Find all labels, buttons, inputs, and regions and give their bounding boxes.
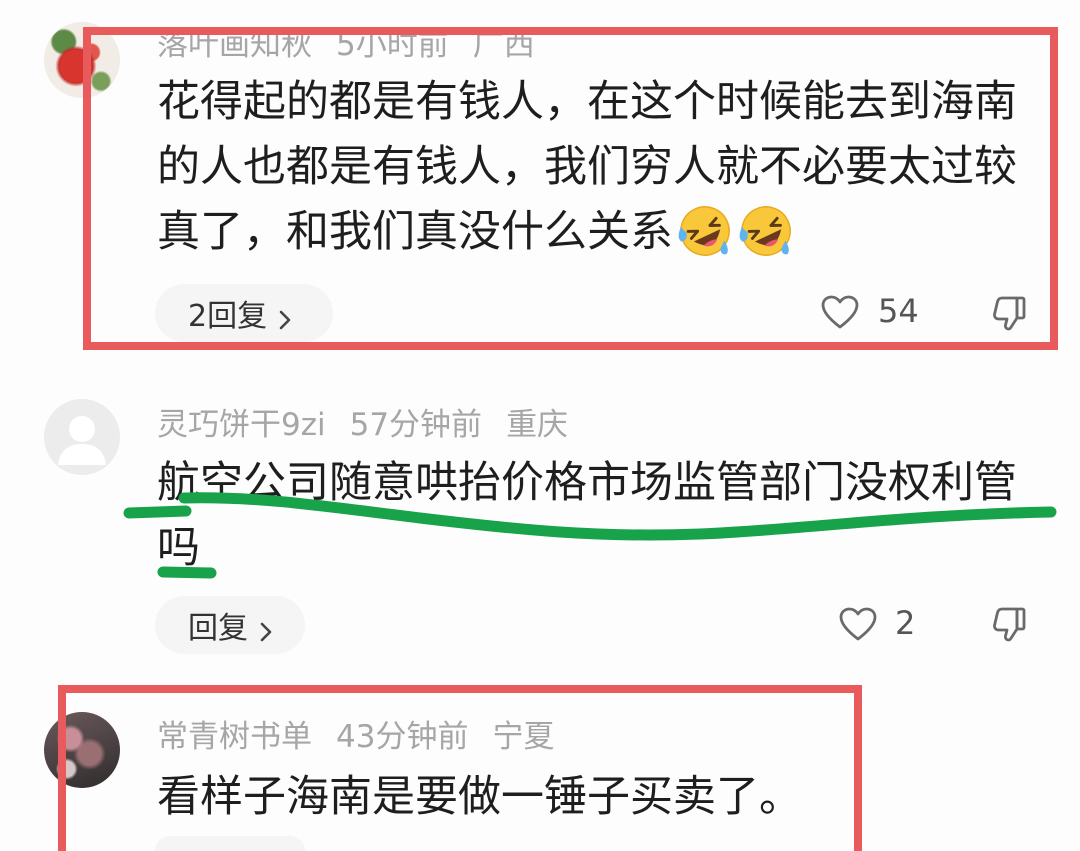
comment-location: 重庆 [506,407,569,443]
highlight-box [58,685,862,851]
thumbs-down-outline-icon[interactable] [990,603,1030,643]
comment-feed: 落叶画知秋 5小时前 广西 花得起的都是有钱人，在这个时候能去到海南的人也都是有钱人… [0,0,1080,851]
like-count: 2 [895,604,916,642]
reply-label: 回复 [188,611,248,646]
highlight-box [83,27,1058,350]
comment-text-content: 航空公司随意哄抬价格市场监管部门没权利管吗 [157,458,1017,573]
comment-text: 航空公司随意哄抬价格市场监管部门没权利管吗 [157,451,1037,581]
comment-meta: 灵巧饼干9zi 57分钟前 重庆 [157,407,592,443]
default-user-icon [58,416,106,465]
username[interactable]: 灵巧饼干9zi [157,407,326,443]
reply-button[interactable]: 回复 [155,596,305,654]
chevron-right-icon [260,615,272,642]
user-avatar[interactable] [44,399,120,475]
heart-outline-icon[interactable] [838,606,878,642]
comment-time: 57分钟前 [349,407,483,443]
